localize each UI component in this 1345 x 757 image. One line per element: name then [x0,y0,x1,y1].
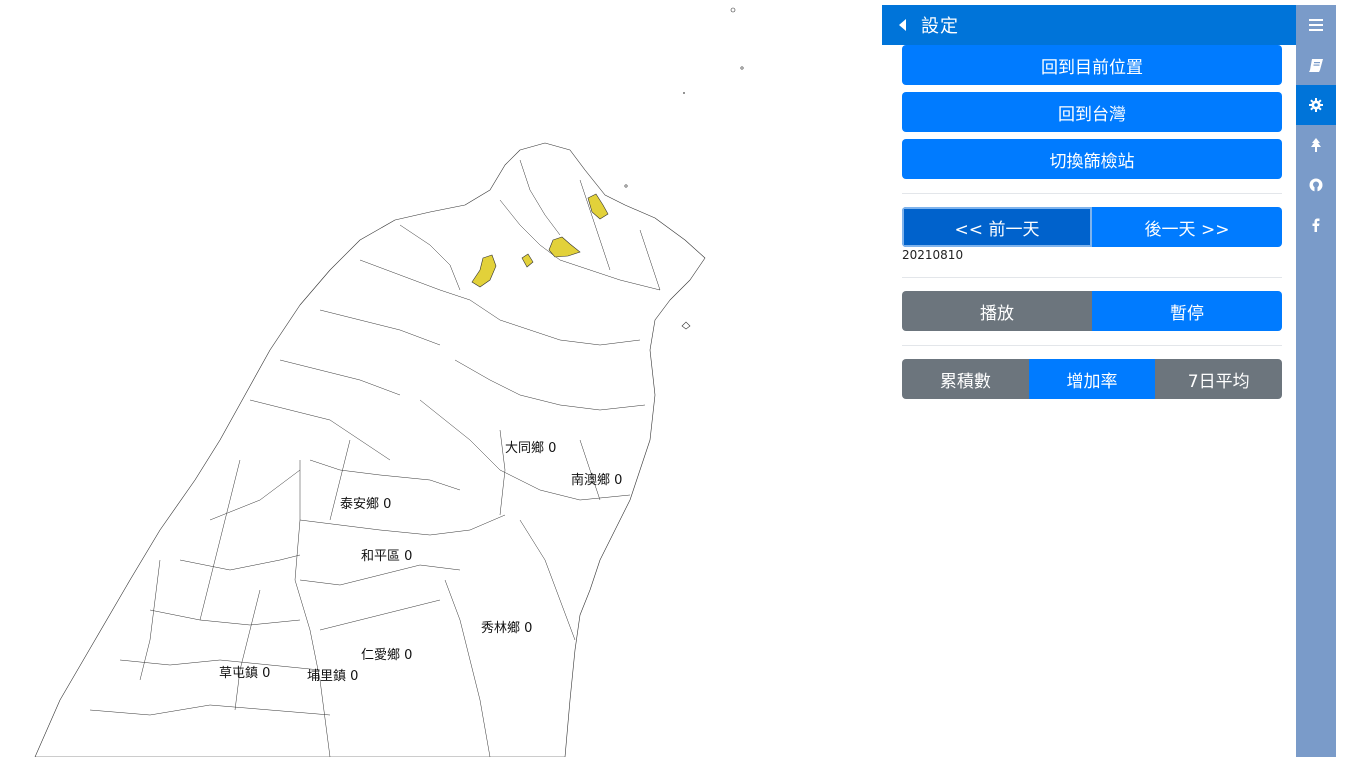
mode-growth-button[interactable]: 增加率 [1028,359,1156,399]
collapse-caret-icon[interactable] [899,19,906,31]
next-day-button[interactable]: 後一天 >> [1092,207,1282,247]
divider [902,193,1282,194]
play-button[interactable]: 播放 [902,291,1092,331]
switch-station-button[interactable]: 切換篩檢站 [902,139,1282,179]
settings-panel: 設定 回到目前位置 回到台灣 切換篩檢站 << 前一天 後一天 >> 20210… [882,5,1296,757]
map-label-renai: 仁愛鄉 0 [361,648,413,663]
map-view[interactable]: 大同鄉 0 南澳鄉 0 泰安鄉 0 和平區 0 秀林鄉 0 仁愛鄉 0 草屯鎮 … [0,0,882,757]
panel-title: 設定 [921,16,959,37]
island-outline [34,142,706,757]
sidebar-tabs [1296,5,1336,757]
mode-7day-avg-button[interactable]: 7日平均 [1155,359,1282,399]
divider [902,345,1282,346]
github-icon[interactable] [1296,165,1336,205]
map-label-heping: 和平區 0 [361,549,413,564]
map-label-datong: 大同鄉 0 [505,441,557,456]
menu-icon[interactable] [1296,5,1336,45]
map-label-caotun: 草屯鎮 0 [219,666,271,681]
book-icon[interactable] [1296,45,1336,85]
day-nav-group: << 前一天 後一天 >> [902,207,1282,247]
facebook-icon[interactable] [1296,205,1336,245]
mode-cumulative-button[interactable]: 累積數 [902,359,1029,399]
map-label-nanao: 南澳鄉 0 [571,473,623,488]
playback-group: 播放 暫停 [902,291,1282,331]
township-map[interactable] [0,0,882,757]
current-location-button[interactable]: 回到目前位置 [902,45,1282,85]
mode-group: 累積數 增加率 7日平均 [902,359,1282,399]
map-label-taian: 泰安鄉 0 [340,497,392,512]
panel-header[interactable]: 設定 [882,5,1296,45]
gear-icon[interactable] [1296,85,1336,125]
divider [902,277,1282,278]
prev-day-button[interactable]: << 前一天 [902,207,1092,247]
map-label-xiulin: 秀林鄉 0 [481,621,533,636]
current-date: 20210810 [902,248,964,262]
pause-button[interactable]: 暫停 [1092,291,1282,331]
map-label-puli: 埔里鎮 0 [307,669,359,684]
tree-icon[interactable] [1296,125,1336,165]
back-to-taiwan-button[interactable]: 回到台灣 [902,92,1282,132]
